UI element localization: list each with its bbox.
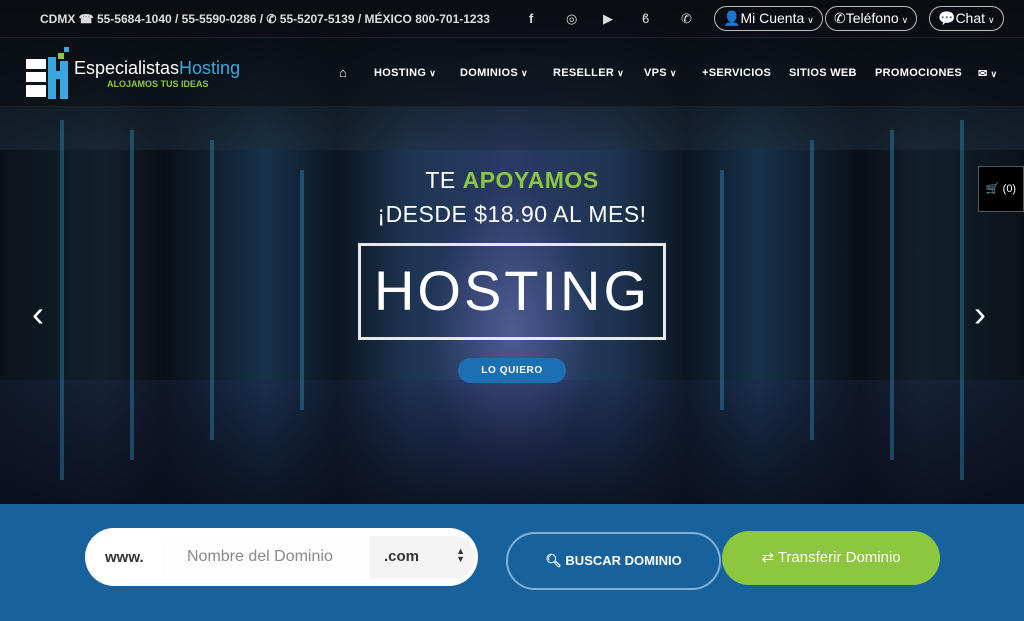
contact-info: CDMX ☎ 55-5684-1040 / 55-5590-0286 / ✆ 5… — [40, 12, 490, 26]
nav-vps[interactable]: VPS ∨ — [644, 67, 677, 79]
nav-hosting[interactable]: HOSTING ∨ — [374, 67, 436, 79]
whatsapp-icon[interactable]: ✆ — [681, 11, 692, 27]
search-domain-button[interactable]: 🔍︎ BUSCAR DOMINIO — [506, 532, 721, 590]
blog-icon[interactable]: ϐ — [642, 11, 649, 26]
nav-dominios[interactable]: DOMINIOS ∨ — [460, 67, 528, 79]
chevron-down-icon: ∨ — [429, 68, 437, 78]
chat-dropdown[interactable]: 💬Chat ∨ — [929, 6, 1004, 31]
phone-icon: ✆ — [834, 10, 846, 26]
hero-line1: TE APOYAMOS — [425, 167, 599, 193]
home-icon[interactable]: ⌂ — [339, 65, 347, 80]
cart-button[interactable]: 🛒 (0) — [978, 166, 1024, 212]
hero-line2: ¡DESDE $18.90 AL MES! — [377, 201, 647, 227]
logo-icon[interactable] — [24, 47, 72, 103]
chevron-down-icon: ∨ — [521, 68, 528, 78]
nav-reseller[interactable]: RESELLER ∨ — [553, 67, 624, 79]
envelope-icon: ✉ — [978, 68, 988, 80]
phone-dropdown[interactable]: ✆Teléfono ∨ — [825, 6, 918, 31]
chevron-down-icon: ∨ — [901, 15, 909, 25]
www-prefix: www. — [105, 549, 144, 566]
next-slide-arrow-icon[interactable]: › — [974, 293, 986, 335]
nav-promociones[interactable]: PROMOCIONES — [875, 67, 962, 79]
domain-name-input[interactable] — [162, 538, 368, 576]
lo-quiero-button[interactable]: LO QUIERO — [458, 358, 566, 383]
chevron-down-icon: ∨ — [807, 15, 814, 25]
user-icon: 👤 — [723, 10, 741, 26]
youtube-icon[interactable]: ▶ — [603, 11, 613, 27]
facebook-icon[interactable]: f — [529, 11, 533, 26]
chevron-down-icon: ∨ — [617, 68, 624, 78]
select-arrows-icon: ▲ ▼ — [456, 546, 465, 564]
hero-title: HOSTING — [358, 243, 666, 340]
nav-contact[interactable]: ✉ ∨ — [978, 67, 997, 80]
logo-tagline: ALOJAMOS TUS IDEAS — [107, 79, 209, 89]
transfer-domain-button[interactable]: ⇄ Transferir Dominio — [722, 531, 940, 585]
account-dropdown[interactable]: 👤Mi Cuenta ∨ — [714, 6, 823, 31]
transfer-icon: ⇄ — [761, 549, 774, 566]
chevron-down-icon: ∨ — [988, 15, 995, 25]
chevron-down-icon: ∨ — [990, 69, 998, 79]
chevron-down-icon: ∨ — [669, 68, 677, 78]
chat-icon: 💬 — [938, 10, 956, 26]
prev-slide-arrow-icon[interactable]: ‹ — [32, 293, 44, 335]
search-icon: 🔍︎ — [545, 553, 562, 568]
tld-select[interactable]: .com ▲ ▼ — [369, 536, 475, 578]
logo-text[interactable]: EspecialistasHosting — [74, 58, 240, 79]
nav-servicios[interactable]: +SERVICIOS — [702, 67, 771, 79]
nav-sitios-web[interactable]: SITIOS WEB — [789, 67, 857, 79]
cart-icon: 🛒 — [985, 183, 1000, 195]
instagram-icon[interactable]: ◎ — [566, 11, 577, 27]
